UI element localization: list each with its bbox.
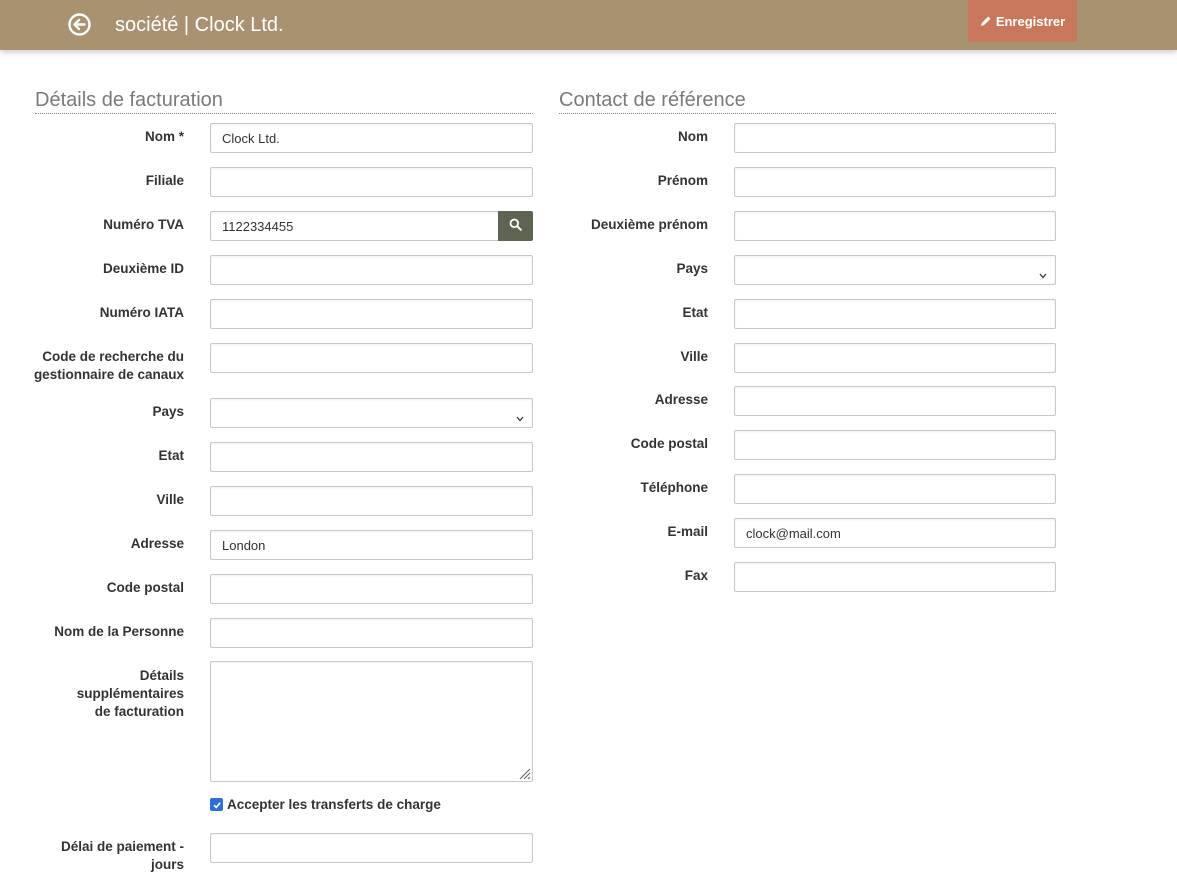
contact-prenom-label: Prénom — [657, 173, 708, 188]
save-button[interactable]: Enregistrer — [968, 0, 1077, 42]
iata-input[interactable] — [210, 299, 533, 329]
ville-label: Ville — [156, 492, 184, 507]
details-supp-label-line1: Détails supplémentaires — [76, 668, 184, 701]
chevron-down-icon — [1039, 267, 1047, 282]
delai-label-line1: Délai de paiement - — [60, 839, 184, 854]
deuxieme-id-label: Deuxième ID — [102, 261, 184, 276]
top-bar: société | Clock Ltd. Enregistrer — [0, 0, 1177, 50]
contact-adresse-input[interactable] — [734, 386, 1056, 416]
contact-adresse-label: Adresse — [654, 392, 708, 407]
save-button-label: Enregistrer — [995, 13, 1066, 29]
delai-label-line2: jours — [150, 857, 184, 872]
tva-search-button[interactable] — [498, 211, 533, 241]
contact-deuxieme-prenom-label: Deuxième prénom — [590, 217, 708, 232]
contact-prenom-input[interactable] — [734, 167, 1056, 197]
contact-pays-label: Pays — [676, 261, 708, 276]
pencil-icon — [980, 15, 992, 27]
transferts-label: Accepter les transferts de charge — [227, 797, 441, 812]
contact-fax-input[interactable] — [734, 562, 1056, 592]
contact-nom-label: Nom — [678, 129, 708, 144]
nom-label: Nom * — [144, 129, 184, 144]
contact-telephone-label: Téléphone — [640, 480, 708, 495]
contact-telephone-input[interactable] — [734, 474, 1056, 504]
resize-grip-icon[interactable] — [517, 766, 531, 780]
details-supp-textarea[interactable] — [210, 661, 533, 782]
transferts-checkbox[interactable] — [210, 798, 223, 811]
tva-input[interactable] — [210, 211, 499, 241]
contact-email-input[interactable] — [734, 518, 1056, 548]
code-recherche-label-line1: Code de recherche du — [42, 349, 184, 364]
contact-email-label: E-mail — [667, 524, 708, 539]
page-title: société | Clock Ltd. — [115, 14, 284, 36]
delai-input[interactable] — [210, 833, 533, 863]
details-supp-label-line2: de facturation — [94, 704, 184, 719]
nom-personne-input[interactable] — [210, 618, 533, 648]
code-postal-input[interactable] — [210, 574, 533, 604]
code-recherche-input[interactable] — [210, 343, 533, 373]
tva-label: Numéro TVA — [103, 217, 184, 232]
code-postal-label: Code postal — [106, 580, 184, 595]
contact-nom-input[interactable] — [734, 123, 1056, 153]
contact-deuxieme-prenom-input[interactable] — [734, 211, 1056, 241]
details-supp-label: Détails supplémentaires de facturation — [30, 667, 184, 721]
back-circle-arrow-icon[interactable] — [68, 13, 91, 36]
contact-code-postal-input[interactable] — [734, 430, 1056, 460]
contact-section-title: Contact de référence — [559, 89, 1056, 114]
pays-label: Pays — [152, 404, 184, 419]
contact-etat-label: Etat — [682, 305, 708, 320]
ville-input[interactable] — [210, 486, 533, 516]
contact-etat-input[interactable] — [734, 299, 1056, 329]
contact-ville-label: Ville — [680, 349, 708, 364]
adresse-label: Adresse — [130, 536, 184, 551]
chevron-down-icon — [516, 410, 524, 425]
iata-label: Numéro IATA — [99, 305, 184, 320]
billing-section-title: Détails de facturation — [35, 89, 533, 114]
contact-code-postal-label: Code postal — [630, 436, 708, 451]
code-recherche-label-line2: gestionnaire de canaux — [33, 367, 184, 382]
etat-label: Etat — [158, 448, 184, 463]
pays-select[interactable] — [210, 398, 533, 428]
adresse-input[interactable] — [210, 530, 533, 560]
filiale-input[interactable] — [210, 167, 533, 197]
search-icon — [509, 218, 522, 234]
nom-personne-label: Nom de la Personne — [54, 624, 184, 639]
contact-ville-input[interactable] — [734, 343, 1056, 373]
contact-fax-label: Fax — [684, 568, 708, 583]
nom-input[interactable] — [210, 123, 533, 153]
transferts-checkbox-row[interactable]: Accepter les transferts de charge — [210, 797, 441, 812]
deuxieme-id-input[interactable] — [210, 255, 533, 285]
code-recherche-label: Code de recherche du gestionnaire de can… — [30, 348, 184, 384]
contact-pays-select[interactable] — [734, 255, 1056, 285]
etat-input[interactable] — [210, 442, 533, 472]
filiale-label: Filiale — [145, 173, 184, 188]
delai-label: Délai de paiement - jours — [30, 838, 184, 874]
